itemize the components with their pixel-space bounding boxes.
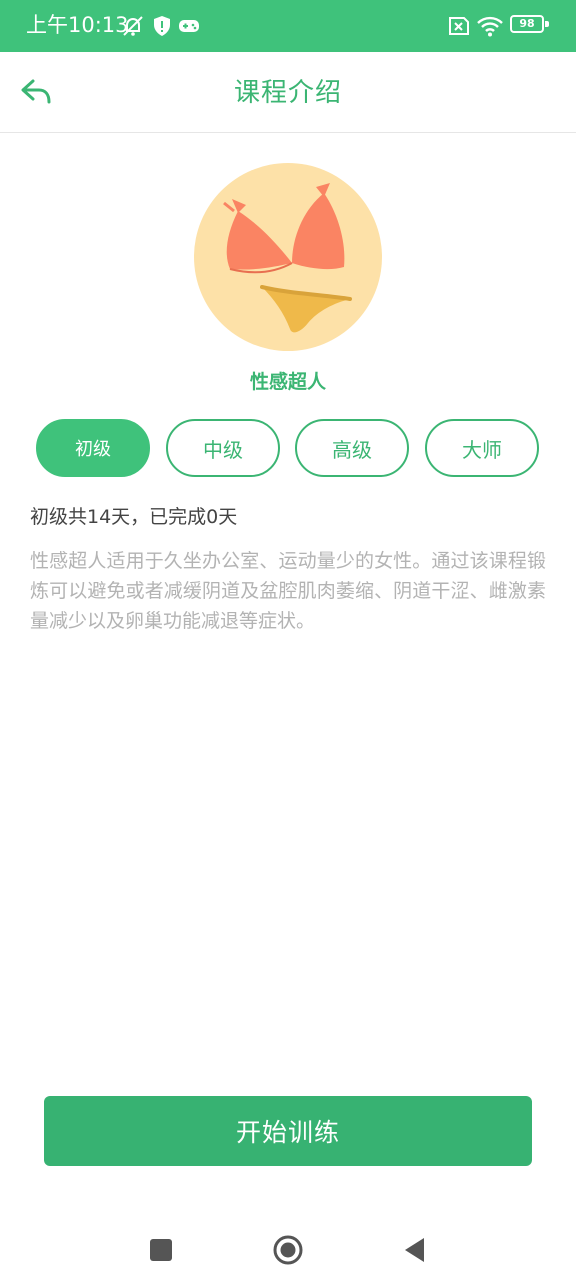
silent-bell-icon bbox=[121, 13, 145, 39]
tab-level-master[interactable]: 大师 bbox=[425, 419, 539, 477]
system-nav-bar bbox=[0, 1210, 576, 1280]
nav-back-button[interactable] bbox=[396, 1232, 432, 1268]
gamepad-icon bbox=[178, 13, 200, 39]
battery-level: 98 bbox=[519, 17, 535, 30]
tab-level-advanced[interactable]: 高级 bbox=[295, 419, 409, 477]
app-bar: 课程介绍 bbox=[0, 52, 576, 133]
status-time: 上午10:13 bbox=[26, 13, 129, 37]
battery-icon: 98 bbox=[510, 15, 544, 33]
recents-square-icon bbox=[150, 1239, 172, 1261]
wifi-icon bbox=[476, 13, 504, 39]
course-name: 性感超人 bbox=[249, 371, 326, 393]
page-title: 课程介绍 bbox=[233, 78, 342, 108]
sim-off-icon bbox=[446, 13, 470, 39]
home-button[interactable] bbox=[270, 1232, 306, 1268]
course-progress: 初级共14天，已完成0天 bbox=[30, 506, 238, 528]
course-image bbox=[194, 163, 382, 351]
home-circle-icon bbox=[273, 1235, 303, 1265]
tab-level-intermediate[interactable]: 中级 bbox=[166, 419, 280, 477]
status-bar: 上午10:13 98 bbox=[0, 0, 576, 52]
bikini-icon bbox=[223, 183, 352, 333]
shield-alert-icon bbox=[152, 13, 172, 39]
level-tabs: 初级 中级 高级 大师 bbox=[36, 419, 540, 477]
battery-tip bbox=[545, 21, 549, 27]
tab-level-beginner[interactable]: 初级 bbox=[36, 419, 150, 477]
course-description: 性感超人适用于久坐办公室、运动量少的女性。通过该课程锻炼可以避免或者减缓阴道及盆… bbox=[30, 550, 546, 632]
back-triangle-icon bbox=[405, 1238, 424, 1262]
recents-button[interactable] bbox=[143, 1232, 179, 1268]
start-training-button[interactable]: 开始训练 bbox=[44, 1096, 532, 1166]
